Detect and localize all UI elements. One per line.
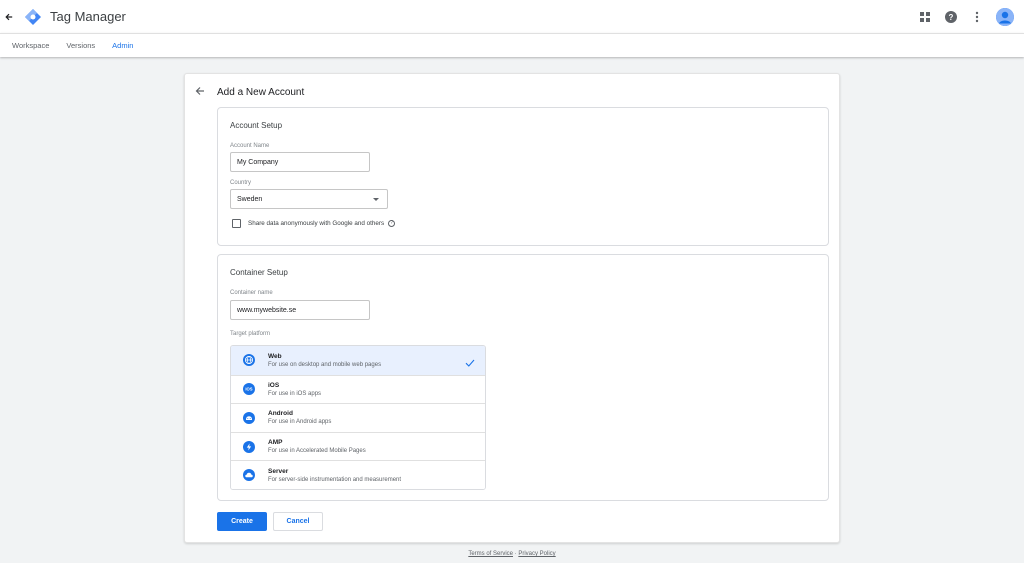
platform-description: For use in iOS apps [268, 390, 322, 397]
account-setup-section: Account Setup Account Name My Company Co… [217, 107, 829, 246]
back-arrow-icon[interactable] [0, 0, 18, 33]
account-avatar[interactable] [996, 7, 1014, 26]
terms-of-service-link[interactable]: Terms of Service [468, 551, 513, 557]
question-help-icon[interactable]: ? [388, 220, 396, 227]
platform-option-android[interactable]: Android For use in Android apps [231, 403, 485, 432]
svg-text:iOS: iOS [245, 387, 252, 392]
tag-manager-logo [24, 8, 42, 26]
globe-icon [243, 354, 255, 367]
amp-bolt-icon [243, 440, 255, 453]
add-account-card: Add a New Account Account Setup Account … [184, 73, 840, 543]
footer-separator: · [514, 551, 517, 557]
footer: Terms of Service · Privacy Policy [0, 551, 1024, 557]
sub-navigation: Workspace Versions Admin [0, 33, 1024, 57]
cancel-button[interactable]: Cancel [273, 512, 323, 531]
platform-description: For server-side instrumentation and meas… [268, 476, 402, 483]
cloud-icon [243, 469, 255, 482]
platform-description: For use on desktop and mobile web pages [268, 361, 382, 368]
platform-name: AMP [268, 439, 283, 447]
checkmark-icon [465, 355, 475, 367]
account-name-label: Account Name [230, 143, 270, 149]
container-name-input[interactable]: www.mywebsite.se [230, 300, 370, 320]
platform-name: Android [268, 410, 293, 418]
country-label: Country [230, 180, 252, 186]
account-name-value: My Company [237, 158, 279, 166]
platform-name: iOS [268, 381, 280, 389]
svg-text:?: ? [949, 13, 954, 22]
platform-name: Server [268, 467, 289, 475]
account-name-input[interactable]: My Company [230, 152, 370, 172]
target-platform-label: Target platform [230, 331, 271, 337]
share-data-row: Share data anonymously with Google and o… [232, 219, 396, 228]
platform-description: For use in Accelerated Mobile Pages [268, 448, 366, 455]
dropdown-arrow-icon [373, 198, 379, 201]
section-title: Container Setup [230, 268, 288, 277]
share-data-checkbox[interactable] [232, 219, 241, 228]
create-button[interactable]: Create [217, 512, 267, 531]
section-title: Account Setup [230, 121, 283, 130]
container-setup-section: Container Setup Container name www.myweb… [217, 254, 829, 501]
container-name-value: www.mywebsite.se [237, 306, 297, 314]
container-name-label: Container name [230, 290, 273, 296]
platform-name: Web [268, 352, 282, 360]
target-platform-list: Web For use on desktop and mobile web pa… [230, 345, 486, 490]
app-title: Tag Manager [50, 9, 126, 24]
platform-option-web[interactable]: Web For use on desktop and mobile web pa… [231, 346, 485, 375]
more-vert-icon[interactable] [970, 10, 984, 24]
platform-option-amp[interactable]: AMP For use in Accelerated Mobile Pages [231, 431, 485, 461]
back-arrow-icon[interactable] [195, 86, 207, 99]
ios-icon: iOS [243, 383, 255, 396]
page-title: Add a New Account [217, 86, 305, 98]
top-app-bar: Tag Manager ? [0, 0, 1024, 33]
android-icon [243, 411, 255, 424]
platform-description: For use in Android apps [268, 419, 332, 426]
country-value: Sweden [237, 195, 263, 203]
tab-workspace[interactable]: Workspace [12, 41, 49, 50]
country-select[interactable]: Sweden [230, 189, 388, 209]
privacy-policy-link[interactable]: Privacy Policy [518, 551, 555, 557]
platform-option-server[interactable]: Server For server-side instrumentation a… [231, 460, 485, 489]
apps-grid-icon[interactable] [918, 10, 932, 24]
tab-admin[interactable]: Admin [112, 41, 133, 50]
share-data-label: Share data anonymously with Google and o… [248, 220, 385, 227]
tab-versions[interactable]: Versions [66, 41, 95, 50]
platform-option-ios[interactable]: iOS iOS For use in iOS apps [231, 374, 485, 404]
help-icon[interactable]: ? [944, 10, 958, 24]
